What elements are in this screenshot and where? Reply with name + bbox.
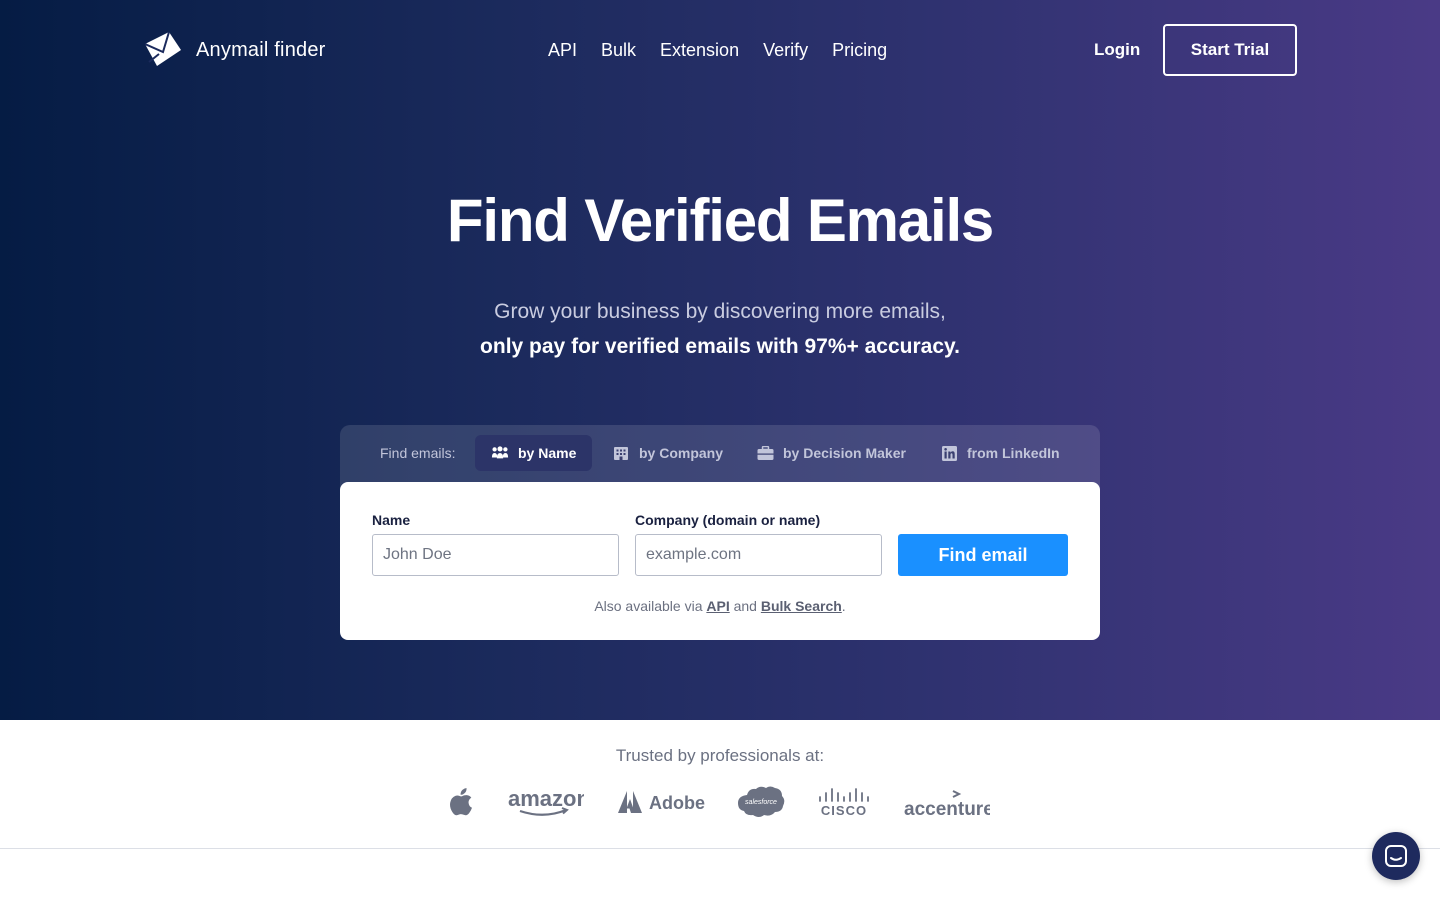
also-available-note: Also available via API and Bulk Search. — [340, 598, 1100, 614]
section-divider — [0, 848, 1440, 849]
chat-launcher-button[interactable] — [1372, 832, 1420, 880]
name-label: Name — [372, 512, 411, 528]
hero-section: Anymail finder API Bulk Extension Verify… — [0, 0, 1440, 720]
find-email-button[interactable]: Find email — [898, 534, 1068, 576]
envelope-logo-icon — [145, 32, 181, 66]
hero-subtitle: Grow your business by discovering more e… — [494, 300, 946, 323]
salesforce-logo: salesforce — [737, 782, 785, 822]
adobe-wordmark: Adobe — [649, 793, 705, 813]
trusted-title: Trusted by professionals at: — [615, 746, 825, 765]
cisco-logo: CISCO — [818, 782, 870, 822]
login-link[interactable]: Login — [1094, 40, 1140, 60]
bulk-search-link[interactable]: Bulk Search — [761, 598, 842, 614]
tab-by-decision-maker[interactable]: by Decision Maker — [740, 435, 922, 471]
apple-logo — [450, 782, 474, 822]
briefcase-icon — [756, 444, 774, 462]
hero-subtitle-emphasis: only pay for verified emails with 97%+ a… — [480, 335, 960, 358]
tab-by-company[interactable]: by Company — [596, 435, 739, 471]
api-link[interactable]: API — [706, 598, 729, 614]
company-input[interactable] — [635, 534, 882, 576]
company-label: Company (domain or name) — [635, 512, 821, 528]
tab-by-name[interactable]: by Name — [475, 435, 593, 471]
start-trial-button[interactable]: Start Trial — [1163, 24, 1297, 76]
accenture-wordmark: accenture — [904, 799, 990, 818]
also-prefix: Also available via — [594, 598, 703, 614]
nav-verify[interactable]: Verify — [763, 38, 808, 62]
building-icon — [612, 444, 630, 462]
main-nav: API Bulk Extension Verify Pricing — [548, 38, 887, 62]
tabs-label: Find emails: — [380, 445, 456, 461]
tab-by-name-label: by Name — [518, 445, 577, 461]
amazon-logo: amazon — [508, 782, 584, 822]
search-tabs: Find emails: by Name by Company by Decis… — [340, 425, 1100, 481]
chat-icon — [1385, 845, 1407, 867]
tab-by-decision-maker-label: by Decision Maker — [783, 445, 906, 461]
tab-by-company-label: by Company — [639, 445, 724, 461]
also-suffix: . — [841, 598, 846, 614]
tab-from-linkedin-label: from LinkedIn — [967, 445, 1060, 461]
adobe-logo: Adobe — [618, 782, 706, 822]
brand-name: Anymail finder — [196, 38, 326, 61]
name-input[interactable] — [372, 534, 619, 576]
nav-bulk[interactable]: Bulk — [601, 38, 636, 62]
nav-extension[interactable]: Extension — [660, 38, 739, 62]
also-and: and — [733, 598, 757, 614]
site-header: Anymail finder API Bulk Extension Verify… — [0, 0, 1440, 100]
search-card: Name Company (domain or name) Find email… — [340, 482, 1100, 640]
accenture-logo: accenture — [904, 782, 990, 822]
tab-from-linkedin[interactable]: from LinkedIn — [924, 435, 1076, 471]
cisco-wordmark: CISCO — [821, 803, 867, 817]
people-icon — [491, 444, 509, 462]
nav-api[interactable]: API — [548, 38, 577, 62]
linkedin-icon — [940, 444, 958, 462]
brand-logo[interactable]: Anymail finder — [145, 32, 326, 68]
search-panel: Find emails: by Name by Company by Decis… — [340, 425, 1100, 640]
page-title: Find Verified Emails — [446, 187, 994, 254]
salesforce-wordmark: salesforce — [745, 799, 777, 806]
nav-pricing[interactable]: Pricing — [832, 38, 887, 62]
amazon-wordmark: amazon — [508, 786, 584, 811]
